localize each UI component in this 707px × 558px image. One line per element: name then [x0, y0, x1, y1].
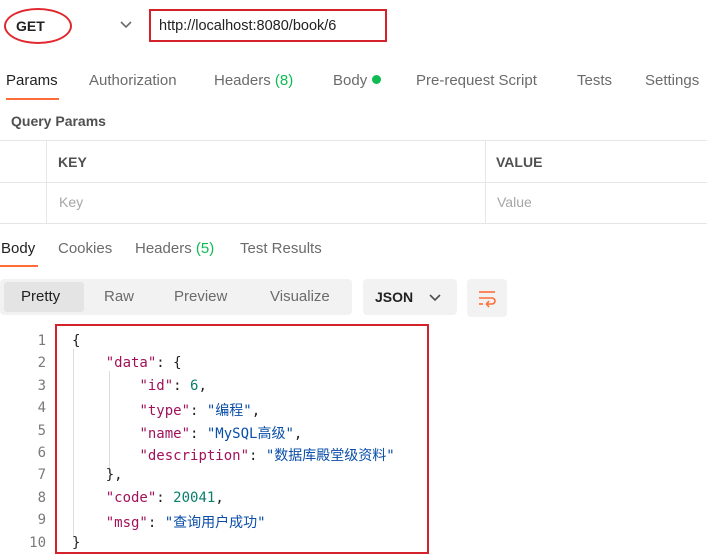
divider [46, 140, 47, 224]
wrap-lines-icon [479, 291, 496, 308]
tab-label: Tests [577, 72, 613, 89]
divider [0, 223, 707, 224]
divider [485, 140, 486, 224]
response-tab-headers[interactable]: Headers (5) [135, 240, 214, 257]
key-column-header: KEY [58, 154, 87, 170]
view-visualize-button[interactable]: Visualize [270, 288, 330, 305]
chevron-down-icon[interactable] [118, 16, 134, 32]
body-indicator-dot [372, 75, 382, 84]
response-highlight-box [55, 324, 429, 554]
tab-label: Params [6, 72, 58, 89]
tab-label: Pre-request Script [416, 72, 537, 89]
tab-label: Authorization [89, 72, 177, 89]
tab-count: (5) [195, 240, 215, 257]
tab-tests[interactable]: Tests [577, 72, 612, 89]
tab-authorization[interactable]: Authorization [89, 72, 177, 89]
tab-params[interactable]: Params [6, 72, 58, 89]
line-number: 4 [37, 400, 46, 417]
tab-label: Cookies [58, 240, 113, 257]
tab-count: (8) [274, 72, 294, 89]
line-number: 1 [37, 333, 46, 349]
key-input[interactable]: Key [59, 194, 83, 210]
line-number: 5 [37, 422, 46, 439]
tab-label: Headers [214, 72, 271, 89]
query-params-title: Query Params [11, 113, 106, 129]
active-tab-indicator [6, 98, 59, 100]
tab-label: Headers [135, 240, 192, 257]
request-bar: GET http://localhost:8080/book/6 [0, 0, 707, 56]
line-number: 3 [37, 377, 46, 394]
divider [0, 182, 707, 183]
view-raw-button[interactable]: Raw [104, 288, 134, 305]
tab-headers[interactable]: Headers (8) [214, 72, 293, 89]
view-preview-button[interactable]: Preview [174, 288, 227, 305]
line-number: 8 [37, 489, 46, 506]
tab-label: Body [333, 72, 368, 89]
line-number: 2 [37, 355, 46, 372]
response-tab-body[interactable]: Body [1, 240, 35, 257]
query-params-table: KEY VALUE Key Value [0, 140, 707, 224]
format-label: JSON [375, 289, 414, 305]
tab-pre-request-script[interactable]: Pre-request Script [416, 72, 537, 89]
line-number: 7 [37, 467, 46, 484]
chevron-down-icon [429, 294, 441, 302]
line-number: 9 [37, 512, 46, 529]
value-column-header: VALUE [496, 154, 543, 170]
tab-body[interactable]: Body [333, 72, 382, 89]
tab-settings[interactable]: Settings [645, 72, 699, 89]
request-tabs: Params Authorization Headers (8) Body Pr… [0, 66, 707, 102]
tab-label: Test Results [240, 240, 322, 257]
active-response-tab-indicator [0, 265, 38, 267]
response-tab-cookies[interactable]: Cookies [58, 240, 112, 257]
tab-label: Settings [645, 72, 700, 89]
divider [0, 140, 707, 141]
method-select[interactable]: GET [16, 18, 45, 34]
tab-label: Body [1, 240, 36, 257]
line-number: 10 [29, 534, 46, 551]
response-tab-test-results[interactable]: Test Results [240, 240, 322, 257]
url-input[interactable]: http://localhost:8080/book/6 [159, 18, 336, 34]
line-number: 6 [37, 445, 46, 461]
view-pretty-button[interactable]: Pretty [21, 288, 60, 305]
value-input[interactable]: Value [497, 194, 532, 210]
